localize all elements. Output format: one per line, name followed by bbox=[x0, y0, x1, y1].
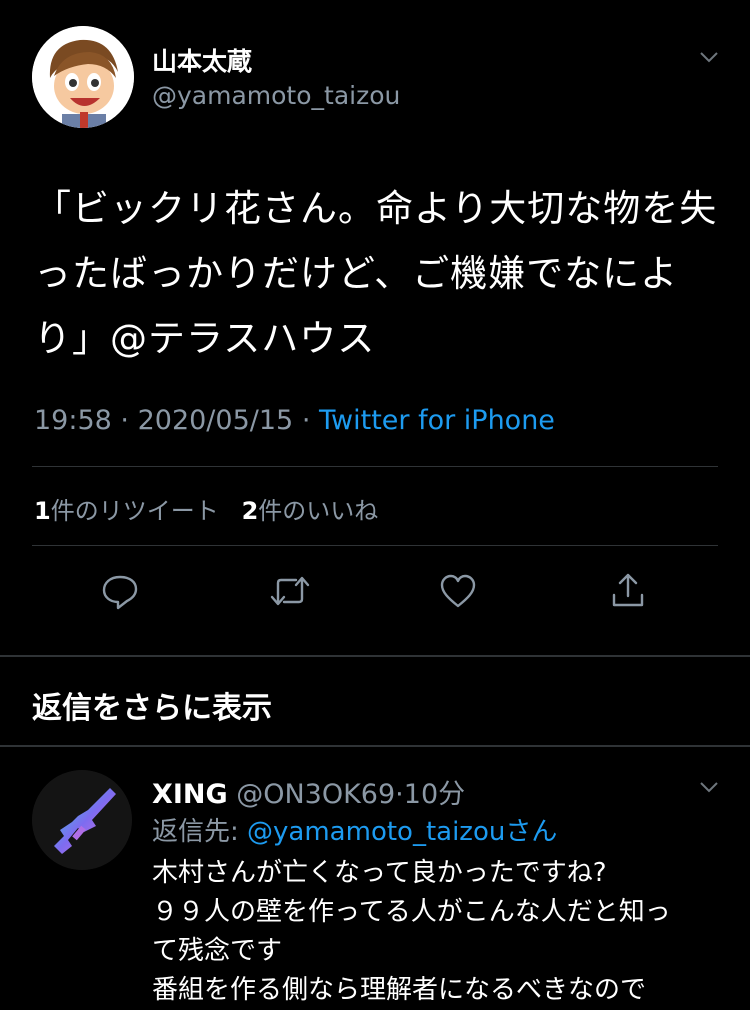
reply-avatar[interactable] bbox=[32, 770, 132, 870]
separator-dot: · bbox=[301, 405, 311, 436]
tweet-stats: 1件のリツイート 2件のいいね bbox=[34, 491, 378, 526]
reply-icon[interactable] bbox=[97, 568, 143, 614]
like-stat[interactable]: 2件のいいね bbox=[242, 497, 379, 525]
author-avatar[interactable] bbox=[32, 26, 134, 128]
replying-to-suffix: さん bbox=[505, 817, 558, 847]
reply-text-line: ９９人の壁を作ってる人がこんな人だと知っ bbox=[152, 897, 671, 927]
tweet-meta: 19:58 · 2020/05/15 · Twitter for iPhone bbox=[34, 405, 555, 436]
tweet-actions bbox=[0, 568, 750, 614]
chevron-down-icon[interactable] bbox=[698, 46, 720, 68]
reply-author-handle[interactable]: @ON3OK69 bbox=[236, 779, 395, 810]
replying-to: 返信先: @yamamoto_taizouさん bbox=[152, 811, 557, 848]
retweet-stat[interactable]: 1件のリツイート bbox=[34, 497, 219, 525]
divider bbox=[32, 466, 718, 467]
reply-text-line: 番組を作る側なら理解者になるべきなので bbox=[152, 975, 647, 1005]
reply-text: 木村さんが亡くなって良かったですね? ９９人の壁を作ってる人がこんな人だと知っ … bbox=[152, 854, 732, 1010]
separator-dot: · bbox=[395, 779, 404, 810]
reply-author-name[interactable]: XING bbox=[152, 779, 228, 810]
share-icon[interactable] bbox=[605, 568, 651, 614]
like-label: 件のいいね bbox=[258, 497, 379, 525]
replying-to-mention[interactable]: @yamamoto_taizou bbox=[247, 817, 505, 847]
reply-time: 10分 bbox=[403, 779, 466, 810]
cartoon-face-avatar-image bbox=[32, 26, 134, 128]
rifle-avatar-image bbox=[32, 770, 132, 870]
reply-text-line: 木村さんが亡くなって良かったですね? bbox=[152, 858, 607, 888]
tweet-date: 2020/05/15 bbox=[137, 405, 294, 436]
tweet-time: 19:58 bbox=[34, 405, 112, 436]
chevron-down-icon[interactable] bbox=[698, 776, 720, 798]
heart-icon[interactable] bbox=[435, 568, 481, 614]
replying-to-label: 返信先: bbox=[152, 817, 239, 847]
divider bbox=[32, 545, 718, 546]
separator-dot: · bbox=[120, 405, 129, 436]
tweet-source-link[interactable]: Twitter for iPhone bbox=[319, 405, 555, 436]
like-count: 2 bbox=[241, 497, 259, 525]
tweet-text: 「ビックリ花さん。命より大切な物を失ったばっかりだけど、ご機嫌でなにより」@テラ… bbox=[34, 187, 718, 360]
author-name[interactable]: 山本太蔵 bbox=[152, 42, 252, 78]
retweet-label: 件のリツイート bbox=[50, 497, 219, 525]
author-handle[interactable]: @yamamoto_taizou bbox=[152, 81, 400, 110]
reply-text-line: て残念です bbox=[152, 936, 283, 966]
reply-header: XING @ON3OK69·10分 bbox=[152, 772, 465, 811]
section-divider bbox=[0, 745, 750, 747]
show-more-replies-link[interactable]: 返信をさらに表示 bbox=[32, 683, 272, 727]
retweet-icon[interactable] bbox=[267, 568, 313, 614]
section-divider bbox=[0, 655, 750, 657]
retweet-count: 1 bbox=[34, 497, 51, 525]
